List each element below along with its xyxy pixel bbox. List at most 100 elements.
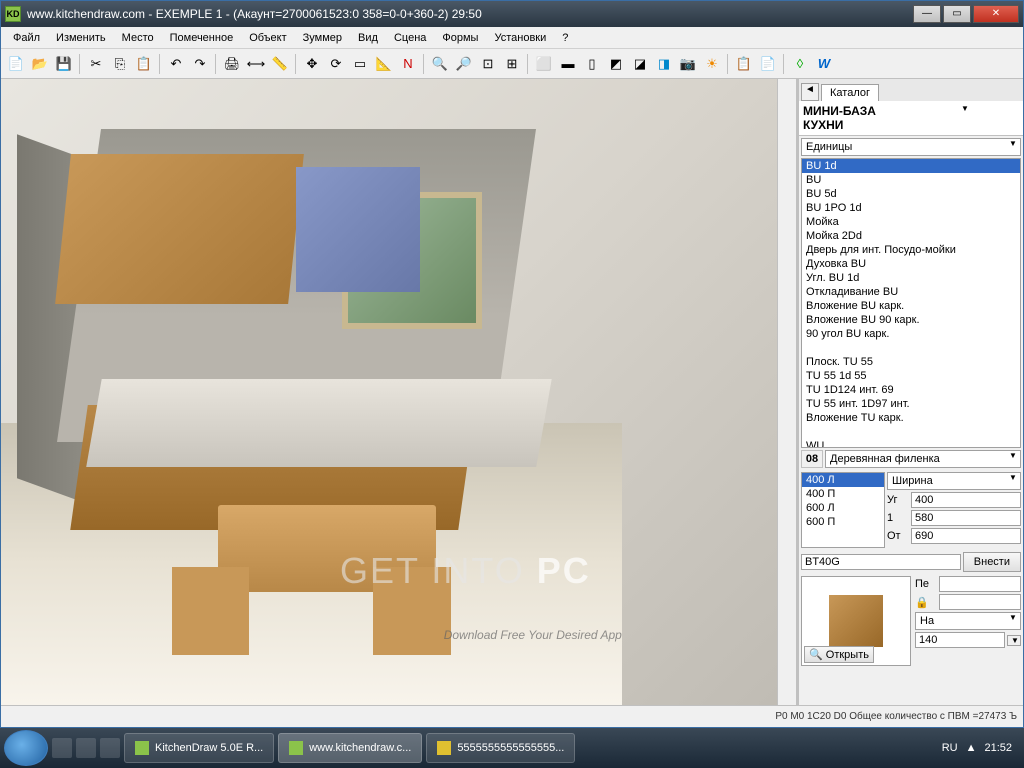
open-icon[interactable]: 📂	[29, 53, 51, 75]
dimension-option[interactable]: 400 Л	[802, 473, 884, 487]
menu-marked[interactable]: Помеченное	[162, 29, 242, 47]
maximize-button[interactable]: ▭	[943, 5, 971, 23]
viewport-3d[interactable]: GET INTO PC Download Free Your Desired A…	[1, 79, 777, 705]
menu-view[interactable]: Вид	[350, 29, 386, 47]
catalog-item[interactable]: BU 5d	[802, 187, 1020, 201]
catalog-item-list[interactable]: BU 1dBUBU 5dBU 1PO 1dМойкаМойка 2DdДверь…	[801, 158, 1021, 448]
preview-thumbnail[interactable]: 🔍 Открыть	[801, 576, 911, 666]
catalog-item[interactable]: Угл. BU 1d	[802, 271, 1020, 285]
width-combo[interactable]: Ширина ▼	[887, 472, 1021, 490]
catalog-item[interactable]: BU 1d	[802, 159, 1020, 173]
catalog-item[interactable]: Вложение BU 90 карк.	[802, 313, 1020, 327]
tray-icon[interactable]: ▲	[966, 742, 977, 754]
word-icon[interactable]: W	[813, 53, 835, 75]
insert-button[interactable]: Внести	[963, 552, 1021, 572]
catalog-item[interactable]: Мойка 2Dd	[802, 229, 1020, 243]
catalog-item[interactable]: 90 угол BU карк.	[802, 327, 1020, 341]
catalog-item[interactable]: Вложение BU карк.	[802, 299, 1020, 313]
paste-icon[interactable]: 📋	[133, 53, 155, 75]
catalog-item[interactable]: Вложение TU карк.	[802, 411, 1020, 425]
catalog-item[interactable]: TU 1D124 инт. 69	[802, 383, 1020, 397]
chevron-down-icon[interactable]: ▼	[1007, 635, 1021, 646]
na-combo[interactable]: На ▼	[915, 612, 1021, 630]
zoom-actual-icon[interactable]: ⊞	[501, 53, 523, 75]
view-3d-icon[interactable]: ◩	[605, 53, 627, 75]
height-input[interactable]	[911, 510, 1021, 526]
dimension-option[interactable]: 600 Л	[802, 501, 884, 515]
menu-scene[interactable]: Сцена	[386, 29, 434, 47]
code-input[interactable]	[801, 554, 961, 570]
zoom-fit-icon[interactable]: ⊡	[477, 53, 499, 75]
menu-settings[interactable]: Установки	[486, 29, 554, 47]
rotate-icon[interactable]: ⟳	[325, 53, 347, 75]
print-icon[interactable]: 🖨	[221, 53, 243, 75]
quicklaunch-icon[interactable]	[52, 738, 72, 758]
quicklaunch-icon[interactable]	[100, 738, 120, 758]
catalog-item[interactable]: WU	[802, 439, 1020, 448]
catalog-item[interactable]: Мойка	[802, 215, 1020, 229]
catalog-item[interactable]: Духовка BU	[802, 257, 1020, 271]
zoom-in-icon[interactable]: 🔍	[429, 53, 451, 75]
lock-input[interactable]	[939, 594, 1021, 610]
catalog-name[interactable]: МИНИ-БАЗА КУХНИ ▼	[799, 101, 1023, 136]
menu-file[interactable]: Файл	[5, 29, 48, 47]
cut-icon[interactable]: ✂	[85, 53, 107, 75]
ot-input[interactable]	[911, 528, 1021, 544]
ug-input[interactable]	[911, 492, 1021, 508]
chevron-down-icon[interactable]: ▼	[911, 104, 1019, 132]
catalog-item[interactable]: TU 55 инт. 1D97 инт.	[802, 397, 1020, 411]
chevron-down-icon[interactable]: ▼	[1006, 613, 1020, 629]
tab-catalog[interactable]: Каталог	[821, 84, 879, 101]
view-persp-icon[interactable]: ◨	[653, 53, 675, 75]
menu-place[interactable]: Место	[114, 29, 162, 47]
catalog-item[interactable]: TU 55 1d 55	[802, 369, 1020, 383]
dimension-option[interactable]: 400 П	[802, 487, 884, 501]
quicklaunch-icon[interactable]	[76, 738, 96, 758]
titlebar[interactable]: KD www.kitchendraw.com - EXEMPLE 1 - (Ак…	[1, 1, 1023, 27]
new-icon[interactable]: 📄	[5, 53, 27, 75]
catalog-item[interactable]: BU 1PO 1d	[802, 201, 1020, 215]
minimize-button[interactable]: ―	[913, 5, 941, 23]
dimension-icon[interactable]: ⟷	[245, 53, 267, 75]
redo-icon[interactable]: ↷	[189, 53, 211, 75]
language-indicator[interactable]: RU	[942, 742, 958, 754]
save-icon[interactable]: 💾	[53, 53, 75, 75]
units-combo[interactable]: Единицы ▼	[801, 138, 1021, 156]
catalog-item[interactable]	[802, 425, 1020, 439]
chevron-down-icon[interactable]: ▼	[1006, 139, 1020, 155]
move-icon[interactable]: ✥	[301, 53, 323, 75]
menu-help[interactable]: ?	[554, 29, 576, 47]
camera-icon[interactable]: 📷	[677, 53, 699, 75]
clock[interactable]: 21:52	[984, 742, 1012, 754]
open-button[interactable]: 🔍 Открыть	[804, 646, 874, 663]
chevron-down-icon[interactable]: ▼	[1006, 473, 1020, 489]
taskbar-app-1[interactable]: KitchenDraw 5.0E R...	[124, 733, 274, 763]
system-tray[interactable]: RU ▲ 21:52	[934, 742, 1020, 754]
style-combo[interactable]: Деревянная филенка ▼	[825, 450, 1021, 468]
chevron-down-icon[interactable]: ▼	[1006, 451, 1020, 467]
menu-zoom[interactable]: Зуммер	[295, 29, 350, 47]
layer-icon[interactable]: ◊	[789, 53, 811, 75]
view-front-icon[interactable]: ▬	[557, 53, 579, 75]
undo-icon[interactable]: ↶	[165, 53, 187, 75]
view-iso-icon[interactable]: ◪	[629, 53, 651, 75]
catalog-item[interactable]: Откладивание BU	[802, 285, 1020, 299]
view-side-icon[interactable]: ▯	[581, 53, 603, 75]
render-icon[interactable]: ☀	[701, 53, 723, 75]
dimension-list[interactable]: 400 Л400 П600 Л600 П	[801, 472, 885, 548]
na-value-input[interactable]	[915, 632, 1005, 648]
measure-icon[interactable]: 📏	[269, 53, 291, 75]
dimension-option[interactable]: 600 П	[802, 515, 884, 529]
spec-icon[interactable]: 📄	[757, 53, 779, 75]
menu-edit[interactable]: Изменить	[48, 29, 114, 47]
taskbar-app-2[interactable]: www.kitchendraw.c...	[278, 733, 422, 763]
zoom-out-icon[interactable]: 🔎	[453, 53, 475, 75]
catalog-item[interactable]: Дверь для инт. Посудо-мойки	[802, 243, 1020, 257]
pe-input[interactable]	[939, 576, 1021, 592]
list-icon[interactable]: 📋	[733, 53, 755, 75]
start-button[interactable]	[4, 730, 48, 766]
catalog-item[interactable]: BU	[802, 173, 1020, 187]
angle-icon[interactable]: 📐	[373, 53, 395, 75]
panel-nav-prev[interactable]: ◄	[801, 83, 819, 101]
catalog-item[interactable]: Плоск. TU 55	[802, 355, 1020, 369]
